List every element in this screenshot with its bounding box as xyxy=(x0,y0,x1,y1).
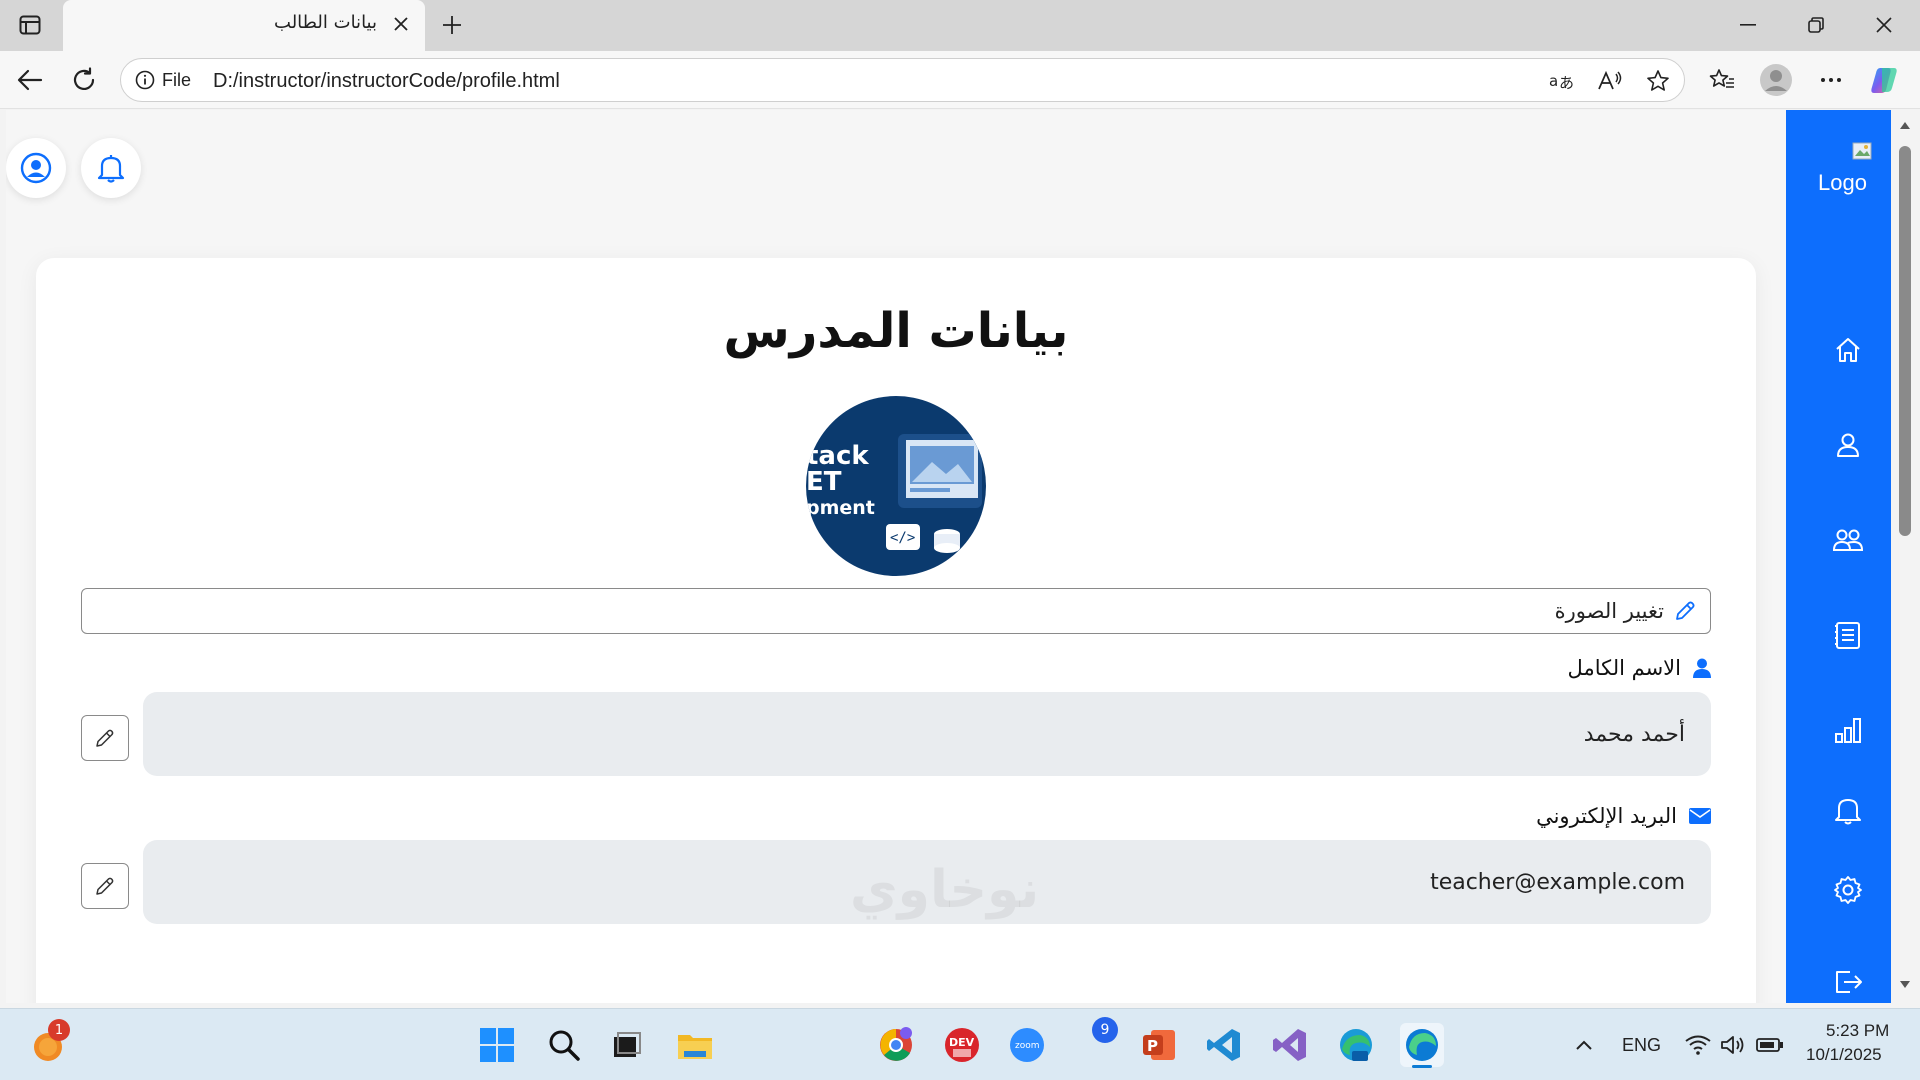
logo-text: Logo xyxy=(1818,170,1867,195)
task-view-icon[interactable] xyxy=(605,1023,649,1067)
favorite-star-icon[interactable] xyxy=(1641,65,1675,97)
address-bar[interactable]: File D:/instructor/instructorCode/profil… xyxy=(120,58,1685,102)
chat-badge-icon[interactable]: 9 xyxy=(1085,1017,1129,1067)
zoom-icon[interactable]: zoom xyxy=(1005,1023,1049,1067)
broken-image-icon xyxy=(1852,140,1874,166)
change-photo-label: تغيير الصورة xyxy=(1554,599,1664,623)
pencil-icon xyxy=(96,729,114,747)
chrome-icon[interactable] xyxy=(874,1023,918,1067)
copilot-icon[interactable] xyxy=(1864,60,1904,100)
envelope-icon xyxy=(1689,808,1711,824)
vscode-icon[interactable] xyxy=(1202,1023,1246,1067)
email-label: البريد الإلكتروني xyxy=(1536,804,1711,828)
page-title: بيانات المدرس xyxy=(723,303,1069,359)
language-indicator[interactable]: ENG xyxy=(1622,1035,1661,1056)
home-icon[interactable] xyxy=(1828,330,1868,370)
refresh-icon[interactable] xyxy=(64,60,104,100)
powerpoint-icon[interactable]: P xyxy=(1137,1023,1181,1067)
change-photo-button[interactable]: تغيير الصورة xyxy=(81,588,1711,634)
browser-titlebar: بيانات الطالب xyxy=(0,0,1920,51)
active-indicator xyxy=(1412,1065,1432,1068)
scroll-thumb[interactable] xyxy=(1899,146,1911,536)
clock-date[interactable]: 10/1/2025 xyxy=(1806,1045,1882,1065)
devcamp-icon[interactable]: DEV xyxy=(940,1023,984,1067)
address-scheme-label: File xyxy=(162,70,192,90)
tab-title: بيانات الطالب xyxy=(274,12,377,33)
scroll-up-icon[interactable] xyxy=(1899,120,1911,130)
back-icon[interactable] xyxy=(10,60,50,100)
fullname-label-text: الاسم الكامل xyxy=(1567,656,1681,680)
notifications-button[interactable] xyxy=(81,138,141,198)
user-icon xyxy=(1693,658,1711,678)
chat-badge: 9 xyxy=(1092,1017,1118,1043)
search-icon[interactable] xyxy=(542,1023,586,1067)
translate-icon[interactable]: aあ xyxy=(1545,65,1579,97)
tray-chevron-icon[interactable] xyxy=(1562,1023,1606,1067)
favorites-icon[interactable] xyxy=(1702,60,1742,100)
profile-photo: </> tack ET pment xyxy=(806,396,986,576)
profile-icon[interactable] xyxy=(1828,425,1868,465)
sidebar: Logo xyxy=(1786,110,1891,1003)
pencil-icon xyxy=(96,877,114,895)
battery-icon[interactable] xyxy=(1748,1023,1792,1067)
close-window-icon[interactable] xyxy=(1852,0,1916,50)
profile-button[interactable] xyxy=(6,138,66,198)
profile-avatar-icon[interactable] xyxy=(1756,60,1796,100)
svg-text:あ: あ xyxy=(1559,74,1574,92)
weather-widget-icon[interactable]: 1 xyxy=(26,1019,70,1067)
start-windows-icon[interactable] xyxy=(475,1023,519,1067)
notification-badge: 1 xyxy=(48,1019,70,1041)
clock-time[interactable]: 5:23 PM xyxy=(1826,1021,1889,1041)
minimize-icon[interactable] xyxy=(1716,0,1780,50)
avatar-text-line-2: ET xyxy=(806,467,842,497)
edge-icon[interactable] xyxy=(1334,1023,1378,1067)
address-url[interactable]: D:/instructor/instructorCode/profile.htm… xyxy=(213,70,560,93)
svg-text:</>: </> xyxy=(890,530,915,546)
scroll-down-icon[interactable] xyxy=(1899,980,1911,990)
more-options-icon[interactable] xyxy=(1811,60,1851,100)
devcamp-label: DEV xyxy=(949,1036,975,1049)
page-scrollbar[interactable] xyxy=(1891,110,1920,1003)
bell-icon xyxy=(97,155,125,183)
zoom-label: zoom xyxy=(1015,1041,1040,1051)
settings-icon[interactable] xyxy=(1828,870,1868,910)
stats-icon[interactable] xyxy=(1828,710,1868,750)
svg-text:P: P xyxy=(1147,1037,1158,1055)
site-info-icon[interactable] xyxy=(135,70,155,94)
avatar-text-line-3: pment xyxy=(806,497,875,519)
svg-text:a: a xyxy=(1549,72,1558,90)
fullname-field[interactable]: أحمد محمد xyxy=(143,692,1711,776)
tab-close-icon[interactable] xyxy=(387,10,415,38)
fullname-label: الاسم الكامل xyxy=(1568,656,1711,680)
file-explorer-icon[interactable] xyxy=(673,1023,717,1067)
restore-icon[interactable] xyxy=(1784,0,1848,50)
user-circle-icon xyxy=(20,152,52,184)
visual-studio-icon[interactable] xyxy=(1268,1023,1312,1067)
email-label-text: البريد الإلكتروني xyxy=(1536,804,1677,828)
students-icon[interactable] xyxy=(1828,520,1868,560)
pencil-icon xyxy=(1676,601,1695,620)
notifications-icon[interactable] xyxy=(1828,790,1868,830)
edge-browser-active-icon[interactable] xyxy=(1400,1023,1444,1068)
edit-email-button[interactable] xyxy=(81,863,129,909)
browser-tab[interactable]: بيانات الطالب xyxy=(63,0,425,51)
browser-toolbar: File D:/instructor/instructorCode/profil… xyxy=(0,51,1920,109)
watermark: نوخاوي xyxy=(850,860,1040,920)
taskbar: 1 DEV zoom 9 P ENG 5:23 PM 10/1/2025 xyxy=(0,1008,1920,1080)
new-tab-icon[interactable] xyxy=(434,8,470,42)
edit-fullname-button[interactable] xyxy=(81,715,129,761)
tab-actions-icon[interactable] xyxy=(12,8,48,42)
logout-icon[interactable] xyxy=(1828,962,1868,1002)
read-aloud-icon[interactable] xyxy=(1593,65,1627,97)
courses-icon[interactable] xyxy=(1828,615,1868,655)
